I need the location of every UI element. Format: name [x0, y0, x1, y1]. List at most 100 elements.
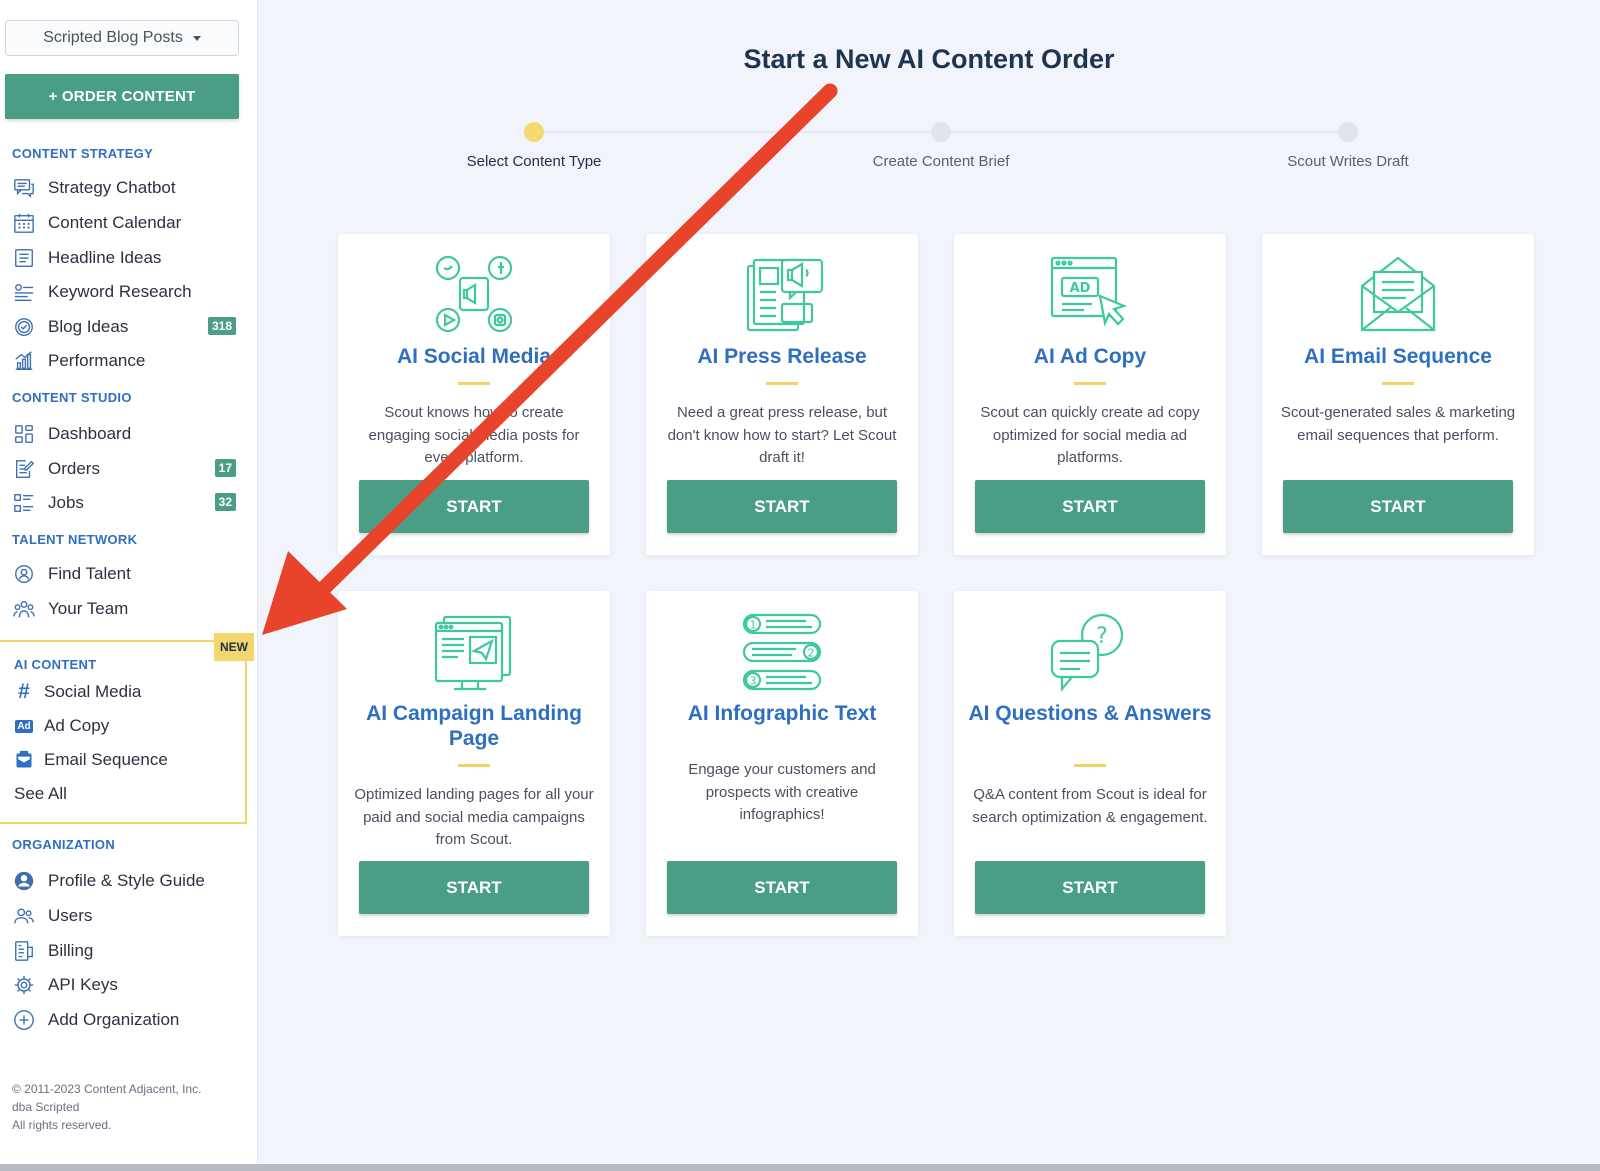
workspace-dropdown[interactable]: Scripted Blog Posts — [5, 20, 239, 56]
card-ai-questions-answers: ? AI Questions & Answers Q&A content fro… — [954, 591, 1226, 936]
footer-line: dba Scripted — [12, 1100, 80, 1114]
sidebar: Scripted Blog Posts + ORDER CONTENT CONT… — [0, 0, 258, 1171]
section-title-content-strategy: CONTENT STRATEGY — [12, 146, 154, 161]
footer-line: © 2011-2023 Content Adjacent, Inc. — [12, 1082, 202, 1096]
start-button-ai-ad-copy[interactable]: START — [975, 480, 1205, 533]
start-button-ai-infographic-text[interactable]: START — [667, 861, 897, 914]
ad-copy-icon-text: AD — [1070, 281, 1091, 296]
sidebar-item-label: Content Calendar — [48, 213, 182, 232]
workspace-label: Scripted Blog Posts — [43, 29, 183, 46]
card-ai-infographic-text: 1 2 3 AI Infographic Text Engage your cust… — [646, 591, 918, 936]
start-button-ai-social-media[interactable]: START — [359, 480, 589, 533]
team-icon — [12, 597, 36, 621]
social-media-icon — [338, 252, 610, 336]
card-ai-social-media: AI Social Media Scout knows how to creat… — [338, 234, 610, 555]
sidebar-item-label: Users — [48, 906, 93, 925]
sidebar-item-label: API Keys — [48, 975, 118, 994]
sidebar-item-label: Profile & Style Guide — [48, 871, 205, 890]
sidebar-item-label: Headline Ideas — [48, 248, 162, 267]
section-title-talent-network: TALENT NETWORK — [12, 532, 138, 547]
sidebar-item-ad-copy[interactable]: Ad Ad Copy — [14, 713, 109, 739]
ad-icon-text: Ad — [15, 719, 33, 733]
start-button-ai-press-release[interactable]: START — [667, 480, 897, 533]
sidebar-item-profile-style-guide[interactable]: Profile & Style Guide — [12, 867, 242, 895]
jobs-list-icon — [12, 491, 36, 515]
grid-icon — [12, 422, 36, 446]
count-badge: 17 — [214, 459, 236, 477]
section-title-organization: ORGANIZATION — [12, 837, 116, 852]
start-button-ai-questions-answers[interactable]: START — [975, 861, 1205, 914]
card-title: AI Press Release — [697, 345, 867, 368]
list-icon — [12, 246, 36, 270]
sidebar-item-users[interactable]: Users — [12, 902, 242, 930]
new-badge: NEW — [214, 633, 254, 661]
sidebar-item-label: Billing — [48, 941, 94, 960]
step-label-select-content-type: Select Content Type — [466, 153, 602, 170]
press-release-icon — [646, 252, 918, 336]
count-badge: 318 — [207, 317, 236, 335]
email-icon — [14, 750, 34, 770]
sidebar-item-label: Your Team — [48, 599, 129, 618]
sidebar-item-billing[interactable]: Billing — [12, 937, 242, 965]
sidebar-item-dashboard[interactable]: Dashboard — [12, 420, 242, 448]
order-content-button[interactable]: + ORDER CONTENT — [5, 74, 239, 119]
sidebar-item-orders[interactable]: Orders 17 — [12, 455, 242, 483]
sidebar-item-keyword-research[interactable]: Keyword Research — [12, 278, 242, 306]
infographic-icon: 1 2 3 — [646, 611, 918, 695]
card-description: Scout knows how to create engaging socia… — [368, 404, 580, 466]
sidebar-item-label: Blog Ideas — [48, 317, 129, 336]
step-label-create-content-brief: Create Content Brief — [872, 153, 1010, 170]
card-description: Engage your customers and prospects with… — [688, 761, 876, 823]
section-title-content-studio: CONTENT STUDIO — [12, 390, 132, 405]
sidebar-item-email-sequence[interactable]: Email Sequence — [14, 747, 168, 773]
infographic-icon-number: 3 — [750, 675, 757, 688]
card-title: AI Campaign Landing Page — [366, 702, 582, 750]
ad-icon: Ad — [14, 716, 34, 736]
title-underline — [1074, 382, 1106, 385]
infographic-icon-number: 2 — [808, 647, 815, 660]
sidebar-item-your-team[interactable]: Your Team — [12, 595, 242, 623]
sidebar-item-blog-ideas[interactable]: Blog Ideas 318 — [12, 313, 242, 341]
step-dot-select-content-type — [524, 122, 544, 142]
sidebar-item-strategy-chatbot[interactable]: Strategy Chatbot — [12, 174, 242, 202]
title-underline — [458, 382, 490, 385]
card-ai-ad-copy: AD AI Ad Copy Scout can quickly create a… — [954, 234, 1226, 555]
card-title: AI Ad Copy — [1033, 345, 1147, 368]
section-title-ai-content: AI CONTENT — [14, 657, 97, 672]
sidebar-item-jobs[interactable]: Jobs 32 — [12, 489, 242, 517]
sidebar-item-label: Social Media — [44, 682, 142, 701]
title-underline — [766, 382, 798, 385]
sidebar-item-social-media[interactable]: # Social Media — [14, 679, 141, 705]
copyright-footer: © 2011-2023 Content Adjacent, Inc. dba S… — [12, 1080, 201, 1134]
sidebar-item-content-calendar[interactable]: Content Calendar — [12, 209, 242, 237]
sidebar-item-see-all[interactable]: See All — [14, 781, 67, 807]
start-button-ai-campaign-landing-page[interactable]: START — [359, 861, 589, 914]
keyword-icon — [12, 280, 36, 304]
sidebar-item-performance[interactable]: Performance — [12, 347, 242, 375]
sidebar-item-add-organization[interactable]: Add Organization — [12, 1006, 242, 1034]
badge-check-icon — [12, 315, 36, 339]
card-ai-press-release: AI Press Release Need a great press rele… — [646, 234, 918, 555]
start-button-ai-email-sequence[interactable]: START — [1283, 480, 1513, 533]
sidebar-item-label: Dashboard — [48, 424, 132, 443]
chat-icon — [12, 176, 36, 200]
card-description: Scout can quickly create ad copy optimiz… — [980, 404, 1200, 466]
sidebar-item-label: Performance — [48, 351, 146, 370]
card-description: Q&A content from Scout is ideal for sear… — [972, 786, 1208, 826]
sidebar-item-headline-ideas[interactable]: Headline Ideas — [12, 244, 242, 272]
plus-circle-icon — [12, 1008, 36, 1032]
sidebar-item-label: Ad Copy — [44, 716, 110, 735]
infographic-icon-number: 1 — [750, 619, 757, 632]
card-title: AI Questions & Answers — [968, 702, 1212, 725]
title-underline — [1382, 382, 1414, 385]
sidebar-item-api-keys[interactable]: API Keys — [12, 971, 242, 999]
card-description: Optimized landing pages for all your pai… — [354, 786, 594, 848]
card-title: AI Social Media — [396, 345, 552, 368]
ad-copy-icon: AD — [954, 252, 1226, 336]
sidebar-item-label: Find Talent — [48, 564, 131, 583]
card-description: Need a great press release, but don't kn… — [667, 404, 897, 466]
billing-icon — [12, 939, 36, 963]
sidebar-item-find-talent[interactable]: Find Talent — [12, 560, 242, 588]
footer-line: All rights reserved. — [12, 1118, 112, 1132]
search-person-icon — [12, 562, 36, 586]
